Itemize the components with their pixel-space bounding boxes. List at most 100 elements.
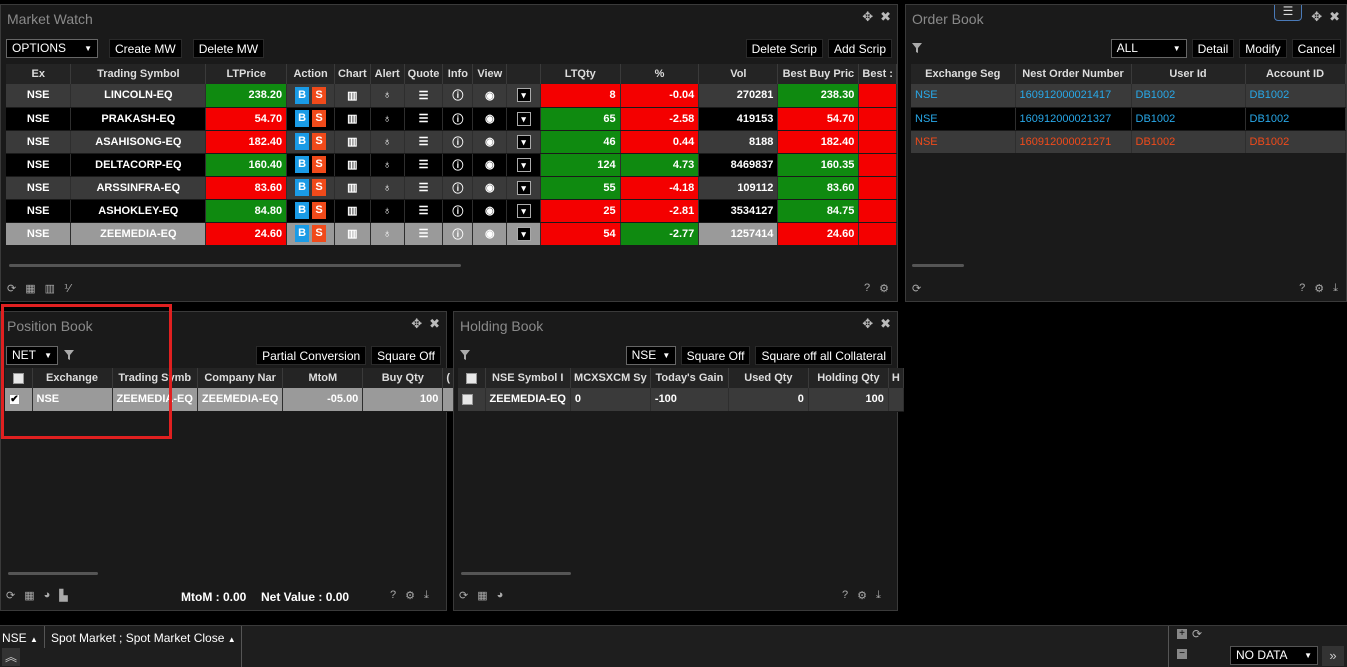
sell-button[interactable]: S <box>312 110 327 127</box>
quote-icon[interactable]: ☰ <box>416 204 432 217</box>
refresh-icon[interactable]: ⟳ <box>459 589 468 602</box>
column-header[interactable]: Used Qty <box>728 368 809 388</box>
select-all-checkbox[interactable] <box>465 372 477 384</box>
column-header[interactable]: Account ID <box>1245 64 1346 84</box>
chart-icon[interactable]: ▥ <box>344 181 360 194</box>
quote-icon[interactable]: ☰ <box>416 135 432 148</box>
info-icon[interactable]: ⓘ <box>450 157 466 173</box>
help-icon[interactable]: ? <box>842 589 848 602</box>
minus-icon[interactable]: − <box>1177 649 1187 659</box>
buy-button[interactable]: B <box>295 86 310 104</box>
market-depth-icon[interactable]: ▾ <box>516 157 531 172</box>
market-depth-icon[interactable]: ▾ <box>516 134 531 149</box>
column-header[interactable]: View <box>472 64 508 84</box>
add-icon[interactable]: + <box>1177 629 1187 639</box>
column-header[interactable]: Buy Qty <box>362 368 444 388</box>
sell-button[interactable]: S <box>312 86 327 104</box>
partial-conversion-button[interactable]: Partial Conversion <box>256 345 367 365</box>
exchange-selector[interactable]: NSE ▲ <box>2 631 38 645</box>
alert-bulb-icon[interactable]: ♁ <box>379 136 395 148</box>
close-icon[interactable]: ✖ <box>1329 10 1340 23</box>
bar-chart-icon[interactable]: ▙ <box>59 589 67 602</box>
buy-button[interactable]: B <box>295 156 310 173</box>
help-icon[interactable]: ? <box>1299 282 1305 295</box>
download-icon[interactable]: ⤓ <box>1333 282 1338 295</box>
column-header[interactable]: Ex <box>6 64 72 84</box>
table-row[interactable]: ZEEMEDIA-EQ 0 -100 0 100 <box>458 388 904 412</box>
pie-chart-icon[interactable]: ◕ <box>497 589 504 602</box>
info-icon[interactable]: ⓘ <box>450 134 466 150</box>
alert-bulb-icon[interactable]: ♁ <box>379 205 395 217</box>
column-header[interactable]: MCXSXCM Sy <box>570 368 651 388</box>
market-depth-icon[interactable]: ▾ <box>516 226 531 241</box>
horizontal-scrollbar[interactable] <box>8 572 98 575</box>
settings-icon[interactable]: ⚙ <box>405 589 415 602</box>
column-header[interactable]: Action <box>286 64 335 84</box>
chart-icon[interactable]: ▥ <box>344 227 360 240</box>
column-header[interactable]: Today's Gain <box>650 368 729 388</box>
column-header[interactable]: Trading Symbol <box>70 64 207 84</box>
quote-icon[interactable]: ☰ <box>416 227 432 240</box>
info-icon[interactable]: ⓘ <box>450 111 466 127</box>
delete-scrip-button[interactable]: Delete Scrip <box>745 38 823 58</box>
table-row[interactable]: NSE 160912000021271 DB1002 DB1002 <box>911 130 1346 154</box>
market-status-selector[interactable]: Spot Market ; Spot Market Close ▲ <box>51 631 236 645</box>
row-checkbox[interactable] <box>462 393 473 405</box>
market-depth-icon[interactable]: ▾ <box>516 203 531 218</box>
view-eye-icon[interactable]: ◉ <box>482 158 498 171</box>
view-eye-icon[interactable]: ◉ <box>482 89 498 102</box>
column-header[interactable]: Info <box>442 64 474 84</box>
filter-icon[interactable] <box>459 349 471 361</box>
holding-exchange-dropdown[interactable]: NSE ▼ <box>625 345 676 365</box>
square-off-button[interactable]: Square Off <box>680 345 751 365</box>
download-icon[interactable]: ⤓ <box>424 589 429 602</box>
settings-icon[interactable]: ⚙ <box>857 589 867 602</box>
column-header[interactable]: LTQty <box>540 64 621 84</box>
table-row[interactable]: ✔ NSE ZEEMEDIA-EQ ZEEMEDIA-EQ -05.00 100 <box>5 388 454 412</box>
column-header[interactable]: Exchange Seg <box>911 64 1016 84</box>
view-eye-icon[interactable]: ◉ <box>482 204 498 217</box>
chevron-right-icon[interactable]: » <box>1322 646 1344 666</box>
sell-button[interactable]: S <box>312 133 327 150</box>
column-header[interactable]: ( <box>442 368 454 388</box>
select-all-checkbox[interactable] <box>12 372 24 384</box>
chart-icon[interactable]: ▥ <box>344 135 360 148</box>
column-header[interactable]: H <box>888 368 904 388</box>
market-depth-icon[interactable]: ▾ <box>516 88 531 103</box>
table-row[interactable]: NSE ASAHISONG-EQ 182.40 B S ▥ ♁ ☰ ⓘ ◉ ▾ 46 0.44 8188 1… <box>6 130 897 154</box>
help-icon[interactable]: ? <box>390 589 396 602</box>
buy-button[interactable]: B <box>295 110 310 127</box>
alert-bulb-icon[interactable]: ♁ <box>379 228 395 240</box>
square-off-all-collateral-button[interactable]: Square off all Collateral <box>755 345 892 365</box>
grid-icon[interactable]: ▦ <box>477 589 487 602</box>
order-status-dropdown[interactable]: ALL ▼ <box>1110 38 1187 58</box>
close-icon[interactable]: ✖ <box>429 317 440 330</box>
move-icon[interactable]: ✥ <box>1311 10 1322 23</box>
horizontal-scrollbar[interactable] <box>461 572 571 575</box>
column-header[interactable]: Best Buy Pric <box>777 64 860 84</box>
market-depth-icon[interactable]: ▾ <box>516 180 531 195</box>
table-row[interactable]: NSE ZEEMEDIA-EQ 24.60 B S ▥ ♁ ☰ ⓘ ◉ ▾ 54 -2.77 125741… <box>6 222 897 246</box>
sell-button[interactable]: S <box>312 225 327 242</box>
detail-button[interactable]: Detail <box>1191 38 1235 58</box>
move-icon[interactable]: ✥ <box>862 10 873 23</box>
view-eye-icon[interactable]: ◉ <box>482 181 498 194</box>
refresh-icon[interactable]: ⟳ <box>912 282 921 295</box>
view-eye-icon[interactable]: ◉ <box>482 112 498 125</box>
refresh-icon[interactable]: ⟳ <box>7 282 16 295</box>
chart-icon[interactable]: ▥ <box>344 89 360 102</box>
column-header[interactable]: MtoM <box>282 368 364 388</box>
square-off-button[interactable]: Square Off <box>371 345 441 365</box>
column-header[interactable]: Nest Order Number <box>1015 64 1132 84</box>
position-type-dropdown[interactable]: NET ▼ <box>6 345 58 365</box>
download-icon[interactable]: ⤓ <box>876 589 881 602</box>
tile-icon[interactable]: ▥ <box>45 282 55 295</box>
segment-dropdown[interactable]: OPTIONS ▼ <box>6 38 98 58</box>
pie-chart-icon[interactable]: ◕ <box>44 589 51 602</box>
table-row[interactable]: NSE 160912000021327 DB1002 DB1002 <box>911 107 1346 131</box>
filter-icon[interactable] <box>911 42 923 54</box>
add-scrip-button[interactable]: Add Scrip <box>827 38 892 58</box>
alert-bulb-icon[interactable]: ♁ <box>379 182 395 194</box>
sell-button[interactable]: S <box>312 202 327 219</box>
grid-icon[interactable]: ▦ <box>24 589 34 602</box>
